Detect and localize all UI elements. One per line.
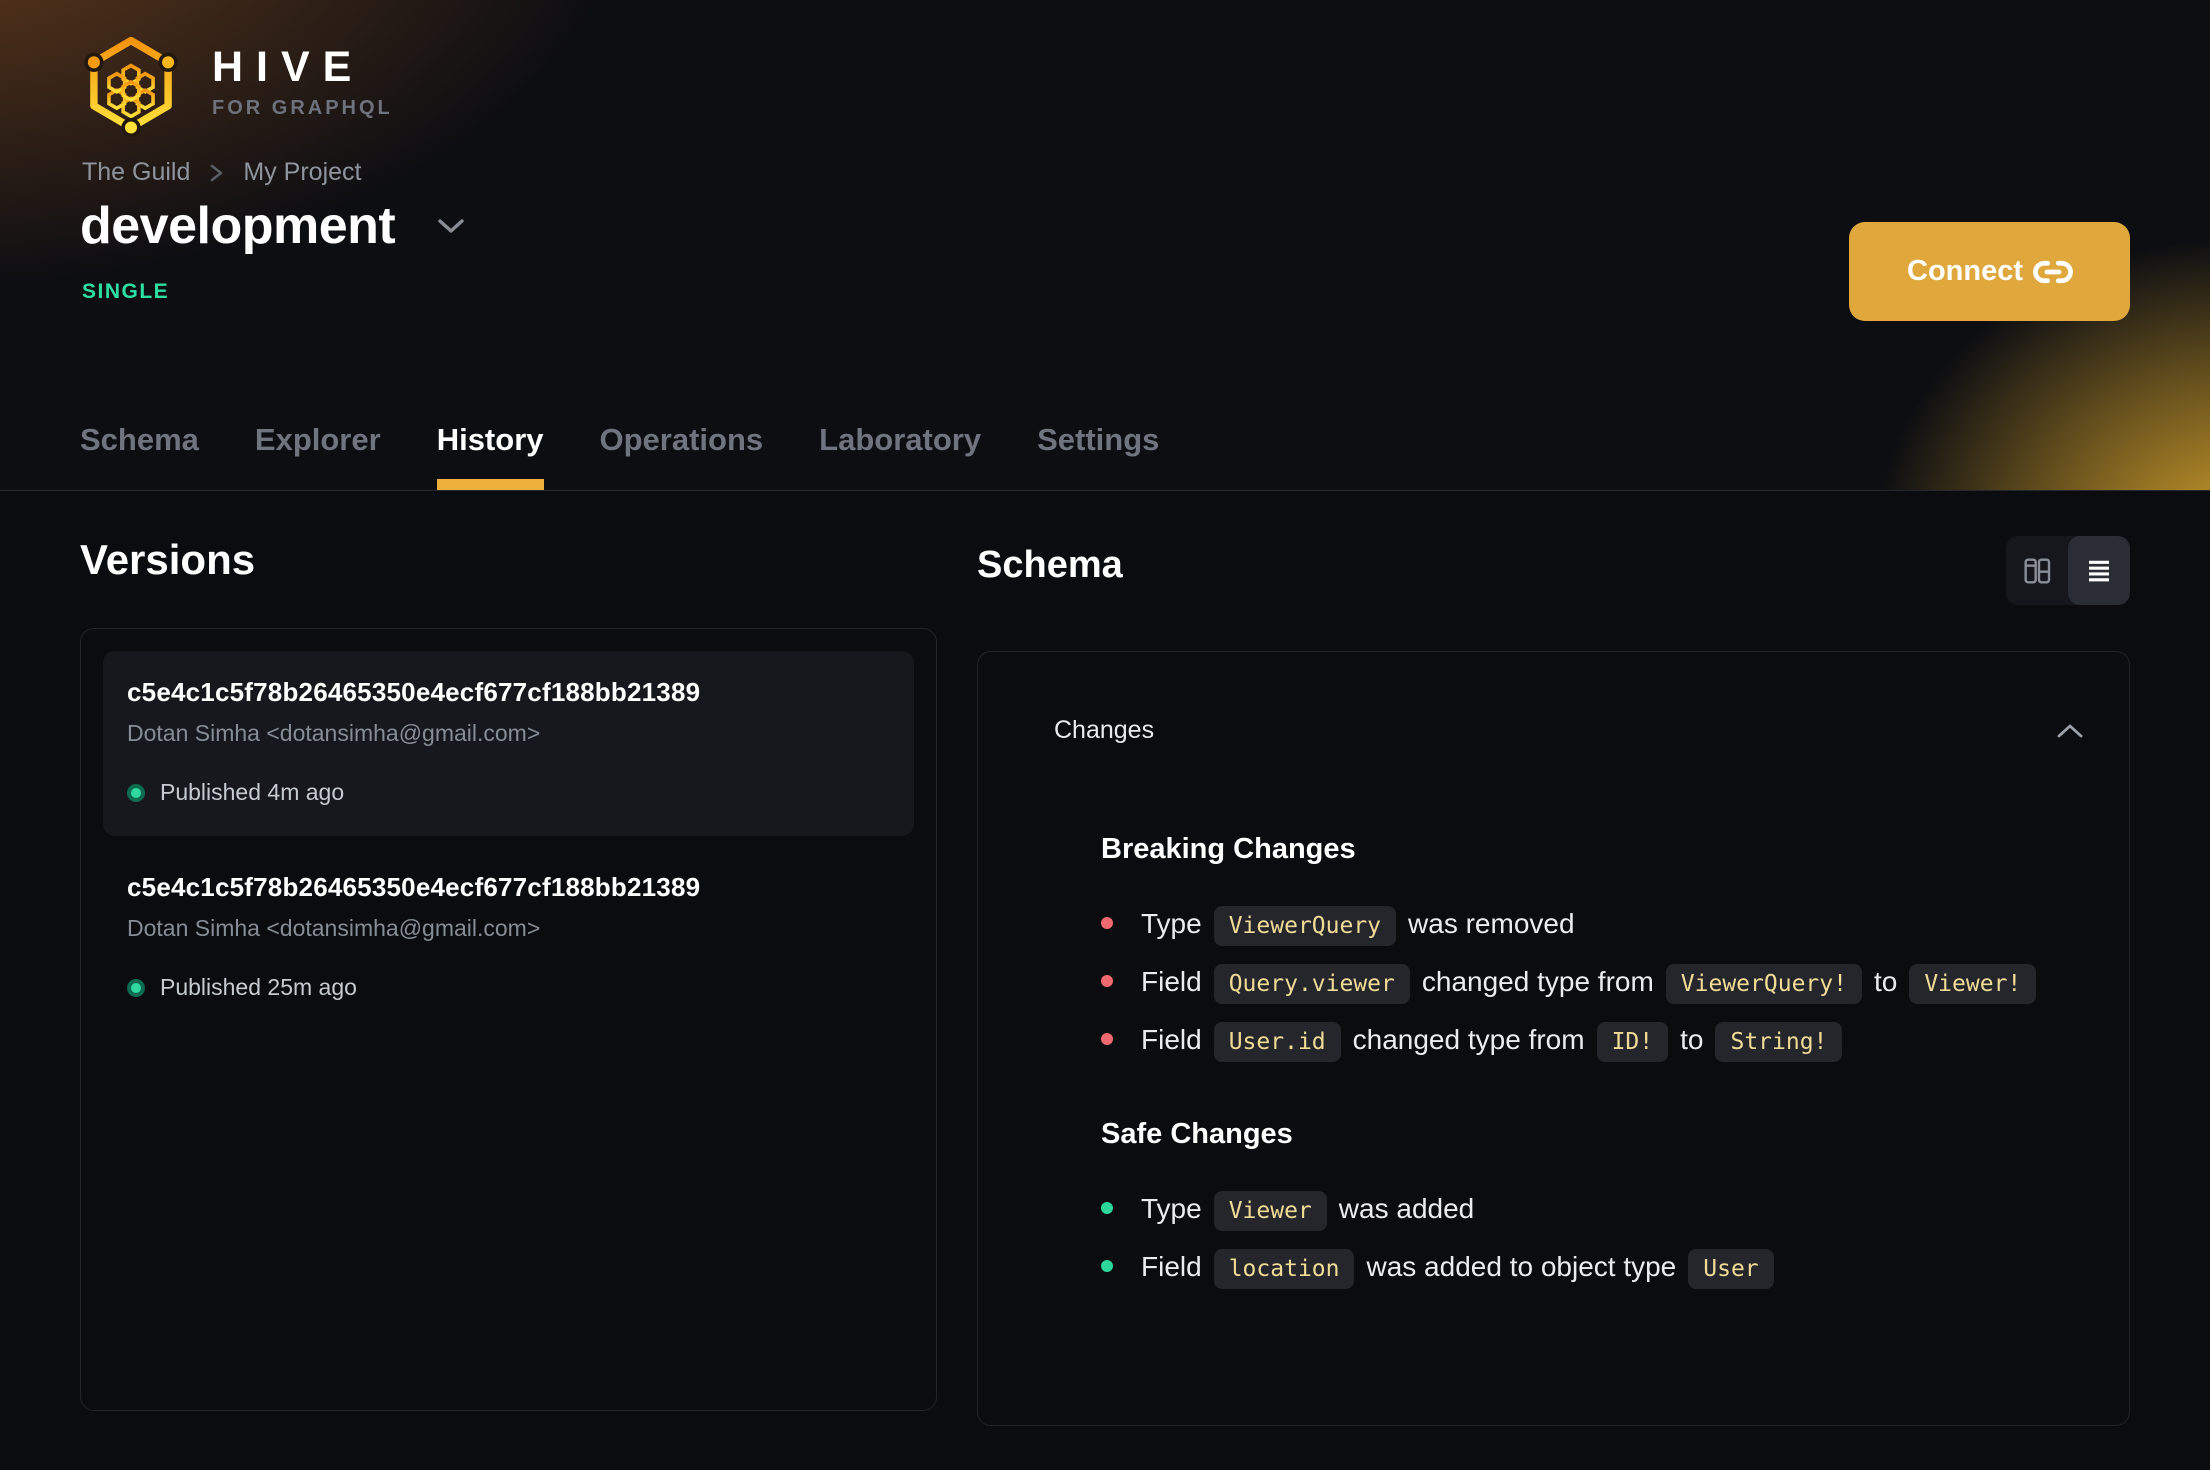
version-status-text: Published 4m ago: [160, 779, 345, 805]
change-text: was removed: [1408, 908, 1575, 939]
breadcrumb-project[interactable]: My Project: [243, 158, 361, 187]
version-item[interactable]: c5e4c1c5f78b26465350e4ecf677cf188bb21389…: [103, 651, 914, 836]
columns-icon: [2021, 555, 2053, 587]
code-chip: ViewerQuery!: [1665, 964, 1862, 1004]
version-hash: c5e4c1c5f78b26465350e4ecf677cf188bb21389: [127, 677, 701, 707]
tab-settings[interactable]: Settings: [1037, 422, 1159, 490]
tab-schema[interactable]: Schema: [80, 422, 199, 490]
header: HIVE FOR GRAPHQL The Guild My Project de…: [0, 0, 2210, 491]
schema-panel-header: Schema: [977, 536, 2130, 605]
page-title: development: [80, 197, 396, 255]
version-status: Published 4m ago: [127, 779, 890, 806]
tab-history[interactable]: History: [436, 422, 544, 490]
code-chip: ID!: [1596, 1022, 1669, 1062]
breadcrumb: The Guild My Project: [82, 158, 361, 187]
version-author: Dotan Simha <dotansimha@gmail.com>: [127, 915, 541, 941]
change-text: Field: [1141, 1251, 1202, 1282]
code-chip: User: [1688, 1249, 1774, 1289]
brand-tagline: FOR GRAPHQL: [212, 97, 393, 119]
tabs: Schema Explorer History Operations Laborator…: [80, 422, 1159, 490]
brand-name: HIVE: [212, 43, 365, 91]
tab-explorer[interactable]: Explorer: [255, 422, 381, 490]
columns-view-button[interactable]: [2006, 536, 2068, 605]
code-chip: Viewer!: [1909, 964, 2037, 1004]
change-text: changed type from: [1421, 966, 1654, 997]
change-item: Field location was added to object type Use…: [1101, 1239, 2066, 1297]
view-toggle: [2006, 536, 2130, 605]
version-hash: c5e4c1c5f78b26465350e4ecf677cf188bb21389: [127, 872, 701, 902]
change-text: to: [1680, 1024, 1704, 1055]
version-author: Dotan Simha <dotansimha@gmail.com>: [127, 720, 541, 746]
version-item[interactable]: c5e4c1c5f78b26465350e4ecf677cf188bb21389…: [103, 846, 914, 1031]
version-list: c5e4c1c5f78b26465350e4ecf677cf188bb21389…: [80, 628, 937, 1411]
bullet-icon: [1101, 916, 1113, 929]
published-dot-icon: [127, 783, 145, 802]
code-chip: ViewerQuery: [1213, 906, 1397, 946]
tab-operations[interactable]: Operations: [600, 422, 764, 490]
changes-collapsible-header[interactable]: Changes: [1054, 716, 2085, 745]
link-icon: [2032, 251, 2074, 293]
title-row: development: [80, 196, 467, 256]
change-text: Type: [1141, 908, 1202, 939]
changes-card: Changes Breaking Changes Type ViewerQuery w…: [977, 651, 2130, 1426]
change-text: Field: [1141, 1024, 1202, 1055]
change-item: Type Viewer was added: [1101, 1181, 2066, 1239]
hive-logo-icon: [84, 36, 178, 138]
change-text: was added: [1338, 1193, 1475, 1224]
breadcrumb-organization[interactable]: The Guild: [82, 158, 190, 187]
change-section-breaking: Breaking Changes Type ViewerQuery was remov…: [1101, 833, 2085, 1070]
change-item: Type ViewerQuery was removed: [1101, 896, 2066, 954]
schema-title: Schema: [977, 544, 1123, 586]
change-item: Field Query.viewer changed type from Viewer…: [1101, 954, 2066, 1012]
version-status: Published 25m ago: [127, 974, 890, 1001]
brand[interactable]: HIVE FOR GRAPHQL: [78, 28, 393, 138]
list-view-button[interactable]: [2068, 536, 2130, 605]
change-list: Type ViewerQuery was removed Field Query.vie…: [1101, 896, 2066, 1070]
code-chip: Query.viewer: [1213, 964, 1410, 1004]
code-chip: Viewer: [1213, 1191, 1327, 1231]
published-dot-icon: [127, 978, 145, 997]
tab-laboratory[interactable]: Laboratory: [819, 422, 981, 490]
target-selector-chevron-down-icon[interactable]: [435, 216, 467, 236]
list-icon: [2084, 556, 2114, 586]
collapse-chevron-up-icon: [2055, 722, 2085, 740]
breadcrumb-chevron-right-icon: [208, 161, 225, 185]
connect-button-label: Connect: [1907, 255, 2023, 287]
code-chip: location: [1213, 1249, 1355, 1289]
changes-title: Changes: [1054, 716, 1155, 744]
version-status-text: Published 25m ago: [160, 974, 357, 1000]
change-text: Field: [1141, 966, 1202, 997]
bullet-icon: [1101, 1032, 1113, 1045]
change-section-heading: Safe Changes: [1101, 1118, 1293, 1150]
schema-panel: Schema Changes Breaking Changes Type Vie…: [977, 536, 2130, 1426]
versions-title: Versions: [80, 536, 256, 583]
change-item: Field User.id changed type from ID! to String…: [1101, 1012, 2066, 1070]
bullet-icon: [1101, 1201, 1113, 1214]
connect-button[interactable]: Connect: [1849, 222, 2130, 321]
code-chip: String!: [1715, 1022, 1843, 1062]
bullet-icon: [1101, 974, 1113, 987]
change-section-heading: Breaking Changes: [1101, 833, 1356, 865]
brand-text: HIVE FOR GRAPHQL: [212, 46, 393, 120]
change-section-safe: Safe Changes Type Viewer was added Field loca…: [1101, 1118, 2085, 1297]
change-text: Type: [1141, 1193, 1202, 1224]
changes-body: Breaking Changes Type ViewerQuery was remov…: [1054, 833, 2085, 1297]
change-text: was added to object type: [1366, 1251, 1677, 1282]
versions-panel: Versions c5e4c1c5f78b26465350e4ecf677cf1…: [80, 536, 937, 1411]
bullet-icon: [1101, 1259, 1113, 1272]
change-text: changed type from: [1352, 1024, 1585, 1055]
change-text: to: [1873, 966, 1898, 997]
change-list: Type Viewer was added Field location was adde…: [1101, 1181, 2066, 1297]
target-type-badge: SINGLE: [82, 280, 170, 303]
code-chip: User.id: [1213, 1022, 1341, 1062]
